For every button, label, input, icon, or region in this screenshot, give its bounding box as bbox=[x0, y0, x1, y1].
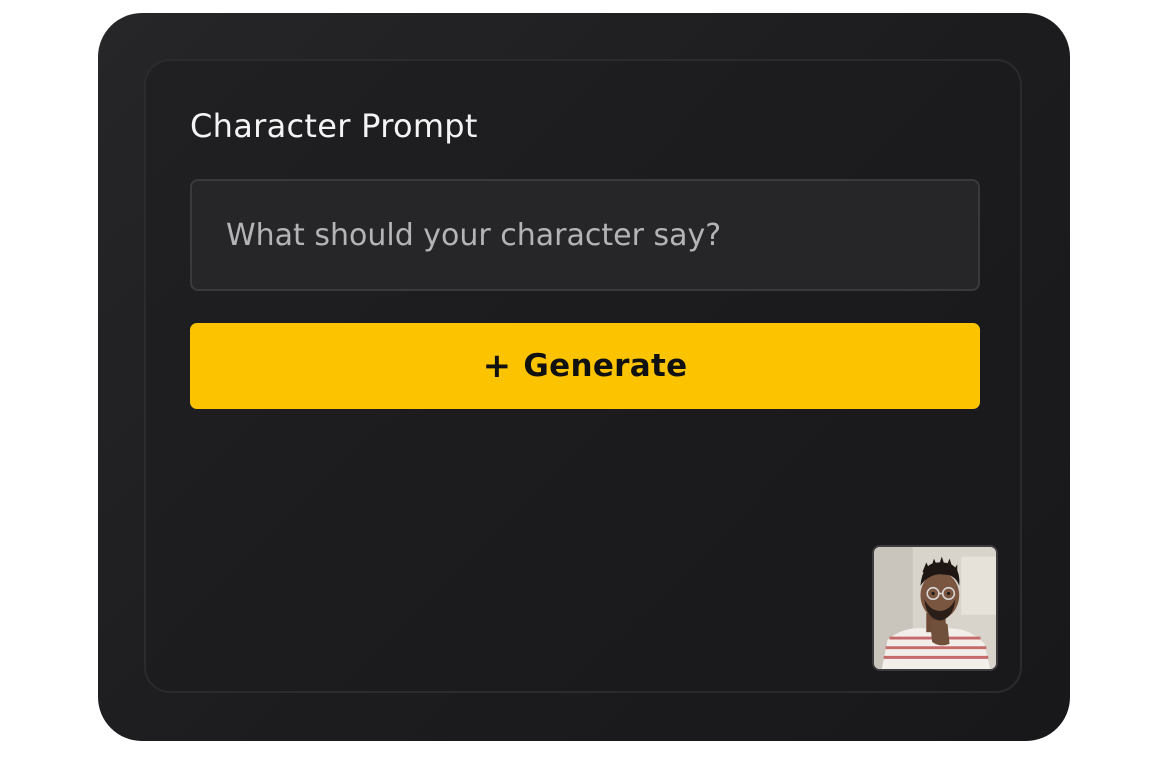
generate-button-label: Generate bbox=[523, 348, 688, 384]
character-prompt-input[interactable] bbox=[190, 179, 980, 291]
character-avatar[interactable] bbox=[872, 545, 998, 671]
plus-icon: + bbox=[482, 346, 512, 386]
avatar-portrait-icon bbox=[874, 547, 996, 669]
character-card: Character Prompt + Generate bbox=[98, 13, 1070, 741]
generate-button[interactable]: + Generate bbox=[190, 323, 980, 409]
prompt-panel: Character Prompt + Generate bbox=[144, 59, 1022, 693]
prompt-title: Character Prompt bbox=[190, 107, 478, 145]
